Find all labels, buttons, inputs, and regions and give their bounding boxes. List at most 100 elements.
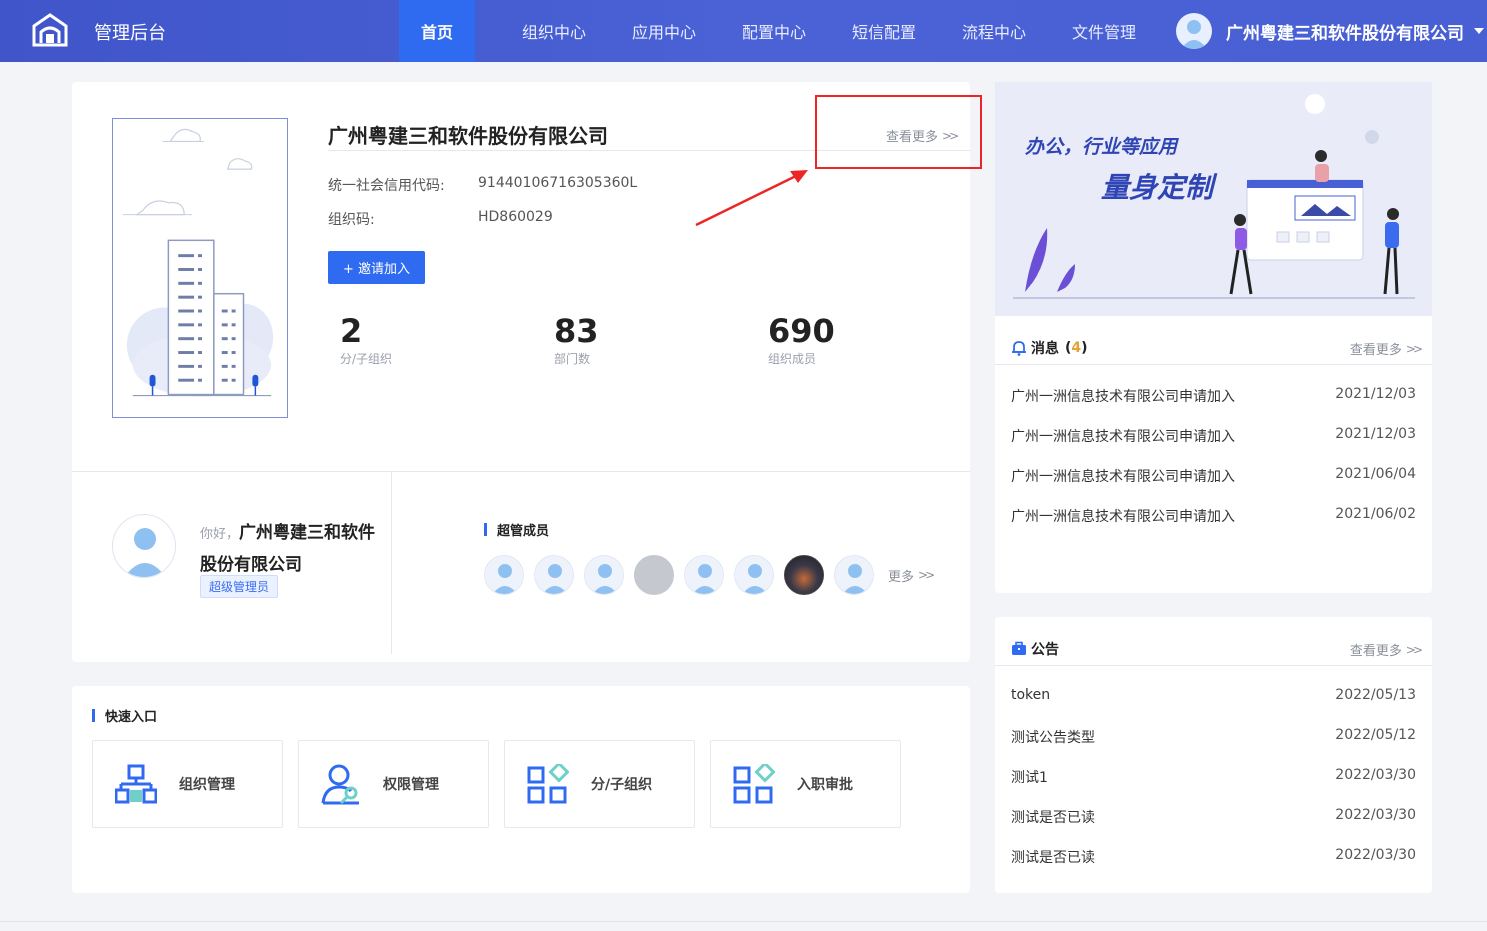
title-accent-bar — [484, 523, 487, 536]
grid-apps-icon — [733, 764, 775, 804]
user-name[interactable]: 广州粤建三和软件股份有限公司 — [1226, 19, 1464, 44]
stat-value: 690 — [768, 312, 835, 350]
grid-apps-icon — [527, 764, 569, 804]
quick-entry-label: 权限管理 — [383, 777, 439, 793]
quick-entry-title: 快速入口 — [92, 706, 157, 725]
user-menu[interactable]: 广州粤建三和软件股份有限公司 — [1176, 13, 1484, 49]
building-illustration — [112, 118, 288, 418]
nav-app-center[interactable]: 应用中心 — [609, 0, 719, 62]
notice-item-date: 2022/05/12 — [1335, 727, 1416, 743]
greeting-hello: 你好， — [200, 527, 240, 542]
member-avatar-photo[interactable] — [784, 555, 824, 595]
quick-entry-org-management[interactable]: 组织管理 — [92, 740, 283, 828]
messages-view-more-link[interactable]: 查看更多 >> — [1350, 339, 1423, 359]
notice-item-title[interactable]: 测试是否已读 — [1011, 847, 1095, 867]
notice-item-date: 2022/03/30 — [1335, 847, 1416, 863]
nav-sms-config[interactable]: 短信配置 — [829, 0, 939, 62]
member-avatar[interactable] — [534, 555, 574, 595]
quick-entry-card: 快速入口 组织管理 权限管理 分/子组织 入职审批 — [72, 686, 970, 893]
notices-header: 公告 — [1011, 639, 1059, 659]
org-info-card: 广州粤建三和软件股份有限公司 查看更多 >> 统一社会信用代码: 91440106… — [72, 82, 970, 662]
nav-home[interactable]: 首页 — [399, 0, 475, 62]
notices-view-more-label[interactable]: 查看更多 — [1350, 640, 1402, 659]
super-members-list: 更多 >> — [484, 555, 935, 595]
notices-title: 公告 — [1031, 642, 1059, 658]
message-item-title[interactable]: 广州一洲信息技术有限公司申请加入 — [1011, 426, 1235, 446]
stat-members[interactable]: 690 组织成员 — [768, 312, 835, 367]
top-navbar: 管理后台 首页 组织中心 应用中心 配置中心 短信配置 流程中心 文件管理 广州… — [0, 0, 1487, 62]
super-members-title: 超管成员 — [484, 520, 549, 539]
divider — [72, 471, 970, 472]
message-item-date: 2021/06/04 — [1335, 466, 1416, 482]
user-silhouette-icon — [592, 564, 618, 594]
nav-file-management[interactable]: 文件管理 — [1049, 0, 1159, 62]
user-silhouette-icon — [692, 564, 718, 594]
notice-item-title[interactable]: 测试公告类型 — [1011, 727, 1095, 747]
messages-view-more-label[interactable]: 查看更多 — [1350, 339, 1402, 358]
stat-departments[interactable]: 83 部门数 — [554, 312, 599, 367]
notice-item-date: 2022/05/13 — [1335, 687, 1416, 703]
briefcase-icon — [1012, 641, 1026, 655]
notices-view-more-link[interactable]: 查看更多 >> — [1350, 640, 1423, 660]
super-members-title-text: 超管成员 — [497, 524, 550, 539]
message-item-date: 2021/12/03 — [1335, 426, 1416, 442]
member-avatar[interactable] — [484, 555, 524, 595]
stat-label: 组织成员 — [768, 352, 817, 366]
notice-item-title[interactable]: token — [1011, 687, 1050, 703]
quick-entry-sub-orgs[interactable]: 分/子组织 — [504, 740, 695, 828]
notice-item-title[interactable]: 测试是否已读 — [1011, 807, 1095, 827]
greeting: 你好，广州粤建三和软件股份有限公司 — [200, 518, 380, 580]
members-more-link[interactable]: 更多 >> — [888, 566, 935, 585]
message-item-title[interactable]: 广州一洲信息技术有限公司申请加入 — [1011, 386, 1235, 406]
credit-code-label: 统一社会信用代码: — [328, 178, 445, 194]
message-item-title[interactable]: 广州一洲信息技术有限公司申请加入 — [1011, 506, 1235, 526]
footer-divider — [0, 921, 1487, 922]
stat-value: 83 — [554, 312, 599, 350]
org-code-label: 组织码: — [328, 212, 375, 228]
message-item-title[interactable]: 广州一洲信息技术有限公司申请加入 — [1011, 466, 1235, 486]
promo-banner[interactable]: 办公，行业等应用 量身定制 — [995, 82, 1432, 316]
divider — [995, 364, 1432, 365]
message-item-date: 2021/06/02 — [1335, 506, 1416, 522]
chevron-double-right-icon: >> — [918, 568, 935, 582]
user-avatar[interactable] — [1176, 13, 1212, 49]
message-item-date: 2021/12/03 — [1335, 386, 1416, 402]
stat-sub-orgs[interactable]: 2 分/子组织 — [340, 312, 392, 367]
notice-item-title[interactable]: 测试1 — [1011, 767, 1048, 787]
member-avatar[interactable] — [634, 555, 674, 595]
user-silhouette-icon — [842, 564, 868, 594]
messages-title: 消息 — [1031, 341, 1059, 357]
org-chart-icon — [115, 764, 157, 804]
nav-org-center[interactable]: 组织中心 — [499, 0, 609, 62]
user-silhouette-icon — [542, 564, 568, 594]
stat-value: 2 — [340, 312, 363, 350]
user-silhouette-icon — [1181, 20, 1207, 49]
invite-join-button[interactable]: + 邀请加入 — [328, 251, 425, 284]
app-title: 管理后台 — [94, 23, 166, 44]
divider — [391, 472, 392, 654]
member-avatar[interactable] — [734, 555, 774, 595]
quick-entry-label: 分/子组织 — [591, 777, 653, 793]
nav-process-center[interactable]: 流程中心 — [939, 0, 1049, 62]
quick-entry-label: 组织管理 — [179, 777, 235, 793]
member-avatar[interactable] — [684, 555, 724, 595]
chevron-down-icon[interactable] — [1474, 28, 1484, 34]
quick-entry-onboarding-approval[interactable]: 入职审批 — [710, 740, 901, 828]
banner-subheadline: 量身定制 — [1101, 171, 1214, 204]
bell-icon — [1012, 341, 1026, 356]
user-silhouette-icon — [492, 564, 518, 594]
nav-config-center[interactable]: 配置中心 — [719, 0, 829, 62]
role-badge: 超级管理员 — [200, 575, 279, 598]
annotation-highlight-box — [815, 95, 982, 169]
members-more-label[interactable]: 更多 — [888, 566, 914, 585]
quick-entry-permission-management[interactable]: 权限管理 — [298, 740, 489, 828]
logo-icon[interactable] — [30, 12, 70, 48]
notice-item-date: 2022/03/30 — [1335, 807, 1416, 823]
notices-panel: 公告 查看更多 >> token 2022/05/13 测试公告类型 2022/0… — [995, 617, 1432, 893]
member-avatar[interactable] — [584, 555, 624, 595]
chevron-double-right-icon: >> — [1405, 642, 1423, 657]
member-avatar[interactable] — [834, 555, 874, 595]
messages-panel: 消息 (4) 查看更多 >> 广州一洲信息技术有限公司申请加入 2021/12/0… — [995, 316, 1432, 593]
profile-avatar[interactable] — [112, 514, 176, 578]
messages-count: 4 — [1071, 340, 1082, 356]
